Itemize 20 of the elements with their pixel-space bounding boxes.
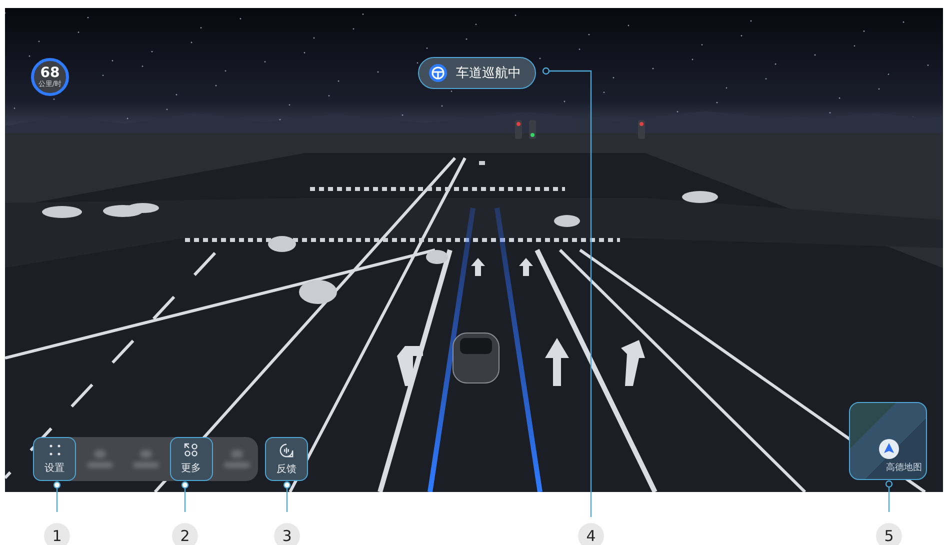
dots-icon [48,443,62,457]
leader-line [181,481,189,512]
leader-line [283,481,291,512]
map-label: 高德地图 [886,462,922,474]
status-label: 车道巡航中 [456,65,521,82]
feedback-button[interactable]: 反馈 [265,437,308,481]
callout-number: 2 [172,523,198,545]
speed-value: 68 [40,66,60,80]
callout-number: 4 [578,523,604,545]
callout-number: 3 [274,523,300,545]
apps-icon [184,443,198,457]
more-button[interactable]: 更多 [170,437,212,481]
settings-button[interactable]: 设置 [33,437,76,481]
callout-number: 5 [876,523,902,545]
steering-wheel-icon [429,64,447,82]
map-widget[interactable]: 高德地图 [849,402,927,480]
feedback-icon [279,442,294,458]
leader-line [53,481,61,512]
leader-line [885,480,893,512]
callout-number: 1 [44,523,70,545]
